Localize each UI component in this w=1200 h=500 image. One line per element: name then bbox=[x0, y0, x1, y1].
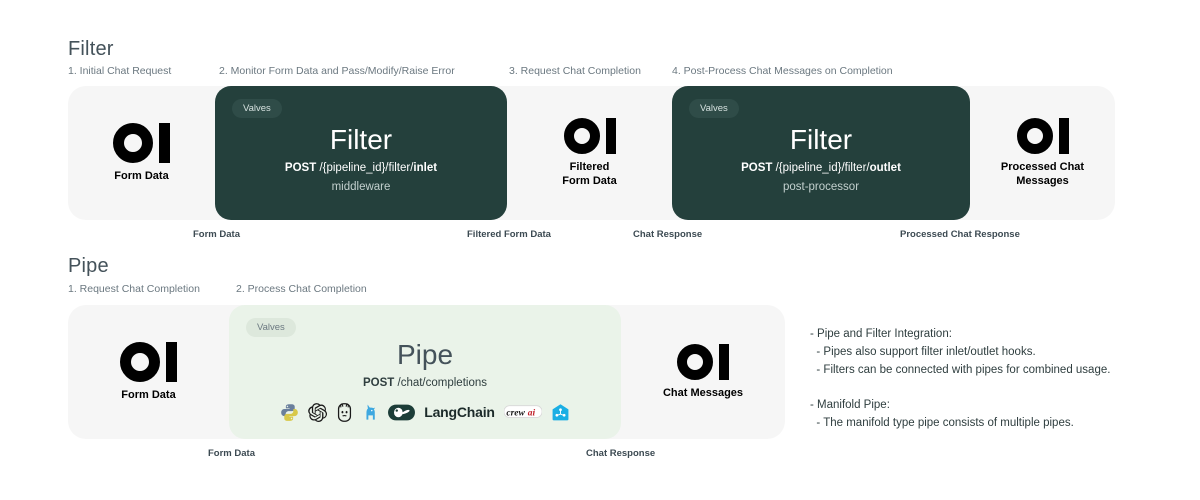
filter-flow-container: Form Data Valves Filter POST /{pipeline_… bbox=[68, 86, 1115, 220]
card-subtitle: post-processor bbox=[782, 180, 860, 193]
ollama-icon bbox=[336, 402, 353, 422]
filter-step-3: 3. Request Chat Completion bbox=[509, 65, 641, 77]
filter-step-1: 1. Initial Chat Request bbox=[68, 65, 172, 77]
pipe-steps: 1. Request Chat Completion 2. Process Ch… bbox=[0, 283, 1200, 299]
route-path-bold: outlet bbox=[869, 161, 901, 174]
node-label: Filtered Form Data bbox=[562, 161, 617, 187]
svg-text:ai: ai bbox=[528, 409, 536, 419]
anthropic-icon bbox=[362, 403, 379, 422]
crewai-icon: crew ai bbox=[503, 403, 542, 421]
route-path: /chat/completions bbox=[397, 376, 488, 389]
integration-icons: LangChain crew ai bbox=[280, 402, 570, 422]
llamaindex-icon bbox=[551, 403, 570, 422]
card-filter-outlet[interactable]: Valves Filter POST /{pipeline_id}/filter… bbox=[672, 86, 970, 220]
filter-step-2: 2. Monitor Form Data and Pass/Modify/Rai… bbox=[219, 65, 455, 77]
node-label: Processed Chat Messages bbox=[1000, 161, 1085, 187]
caption-processed-chat-response: Processed Chat Response bbox=[900, 229, 1020, 240]
pipe-flow-container: Form Data Valves Pipe POST /chat/complet… bbox=[68, 305, 785, 439]
node-filtered-form-data: Filtered Form Data bbox=[507, 86, 672, 220]
svg-text:crew: crew bbox=[506, 409, 525, 419]
route-path: /{pipeline_id}/filter/ bbox=[775, 161, 870, 174]
card-route: POST /{pipeline_id}/filter/outlet bbox=[741, 162, 901, 174]
route-path-bold: inlet bbox=[413, 161, 438, 174]
card-title: Filter bbox=[329, 123, 393, 155]
langchain-wordmark: LangChain bbox=[424, 404, 495, 420]
langchain-icon bbox=[388, 403, 416, 422]
pipe-section-title: Pipe bbox=[68, 255, 109, 277]
python-icon bbox=[280, 403, 299, 422]
pipe-step-2: 2. Process Chat Completion bbox=[236, 283, 367, 295]
open-webui-logo-icon bbox=[563, 118, 616, 155]
http-method: POST bbox=[284, 161, 317, 174]
caption-form-data: Form Data bbox=[208, 448, 255, 459]
node-processed-chat-messages: Processed Chat Messages bbox=[970, 86, 1115, 220]
card-title: Pipe bbox=[396, 338, 454, 370]
pipe-notes: - Pipe and Filter Integration: - Pipes a… bbox=[810, 328, 1111, 430]
valves-badge[interactable]: Valves bbox=[246, 318, 296, 337]
openai-icon bbox=[308, 402, 328, 422]
diagram-canvas: Filter 1. Initial Chat Request 2. Monito… bbox=[0, 0, 1200, 500]
open-webui-logo-icon bbox=[1016, 118, 1069, 155]
filter-step-4: 4. Post-Process Chat Messages on Complet… bbox=[672, 65, 893, 77]
filter-steps: 1. Initial Chat Request 2. Monitor Form … bbox=[0, 65, 1200, 81]
caption-chat-response: Chat Response bbox=[586, 448, 656, 459]
route-path: /{pipeline_id}/filter/ bbox=[319, 161, 414, 174]
card-route: POST /{pipeline_id}/filter/inlet bbox=[285, 162, 437, 174]
node-form-data: Form Data bbox=[68, 86, 215, 220]
node-label: Form Data bbox=[121, 388, 176, 401]
valves-badge[interactable]: Valves bbox=[689, 99, 739, 118]
open-webui-logo-icon bbox=[677, 343, 729, 380]
node-label: Form Data bbox=[114, 169, 169, 182]
open-webui-logo-icon bbox=[120, 341, 177, 382]
card-subtitle: middleware bbox=[331, 180, 391, 193]
filter-section-title: Filter bbox=[68, 38, 114, 60]
node-form-data: Form Data bbox=[68, 305, 229, 439]
card-route: POST /chat/completions bbox=[363, 377, 487, 389]
http-method: POST bbox=[741, 161, 773, 174]
node-chat-messages: Chat Messages bbox=[621, 305, 785, 439]
card-pipe[interactable]: Valves Pipe POST /chat/completions LangC… bbox=[229, 305, 621, 439]
http-method: POST bbox=[362, 376, 395, 389]
caption-form-data: Form Data bbox=[193, 229, 240, 240]
card-filter-inlet[interactable]: Valves Filter POST /{pipeline_id}/filter… bbox=[215, 86, 507, 220]
card-title: Filter bbox=[789, 123, 853, 155]
valves-badge[interactable]: Valves bbox=[232, 99, 282, 118]
pipe-step-1: 1. Request Chat Completion bbox=[68, 283, 200, 295]
caption-filtered-form-data: Filtered Form Data bbox=[467, 229, 551, 240]
caption-chat-response: Chat Response bbox=[633, 229, 703, 240]
open-webui-logo-icon bbox=[113, 122, 170, 163]
node-label: Chat Messages bbox=[662, 386, 744, 399]
